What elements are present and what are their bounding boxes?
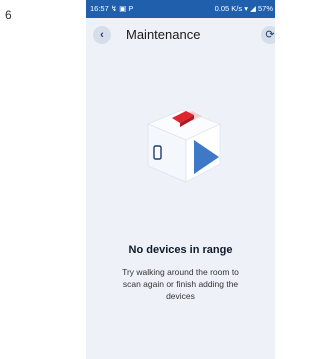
chevron-left-icon: ‹ bbox=[100, 29, 104, 41]
network-speed: 0.05 K/s bbox=[214, 4, 243, 13]
empty-state-message: Try walking around the room to scan agai… bbox=[122, 267, 239, 301]
room-scan-illustration bbox=[147, 109, 221, 183]
status-time: 16:57 bbox=[90, 4, 109, 13]
wifi-icon: ▾ bbox=[244, 4, 249, 13]
status-bar: 16:57 ↯ ▣ P 0.05 K/s ▾ ◢ 57% bbox=[86, 0, 275, 18]
back-button[interactable]: ‹ bbox=[93, 26, 111, 44]
refresh-button[interactable]: ⟳ bbox=[261, 26, 275, 44]
status-bar-right: 0.05 K/s ▾ ◢ 57% bbox=[215, 4, 273, 13]
status-bar-left: 16:57 ↯ ▣ P bbox=[90, 4, 133, 13]
status-notification-icons: ↯ ▣ P bbox=[110, 4, 134, 13]
refresh-icon: ⟳ bbox=[265, 29, 275, 41]
empty-state-title: No devices in range bbox=[128, 244, 233, 256]
battery-level: 57% bbox=[257, 4, 273, 13]
phone-screen: 16:57 ↯ ▣ P 0.05 K/s ▾ ◢ 57% ‹ Maintenan… bbox=[86, 0, 275, 359]
page-number: 6 bbox=[5, 8, 12, 22]
page-title: Maintenance bbox=[126, 27, 201, 42]
signal-icon: ◢ bbox=[250, 4, 256, 13]
